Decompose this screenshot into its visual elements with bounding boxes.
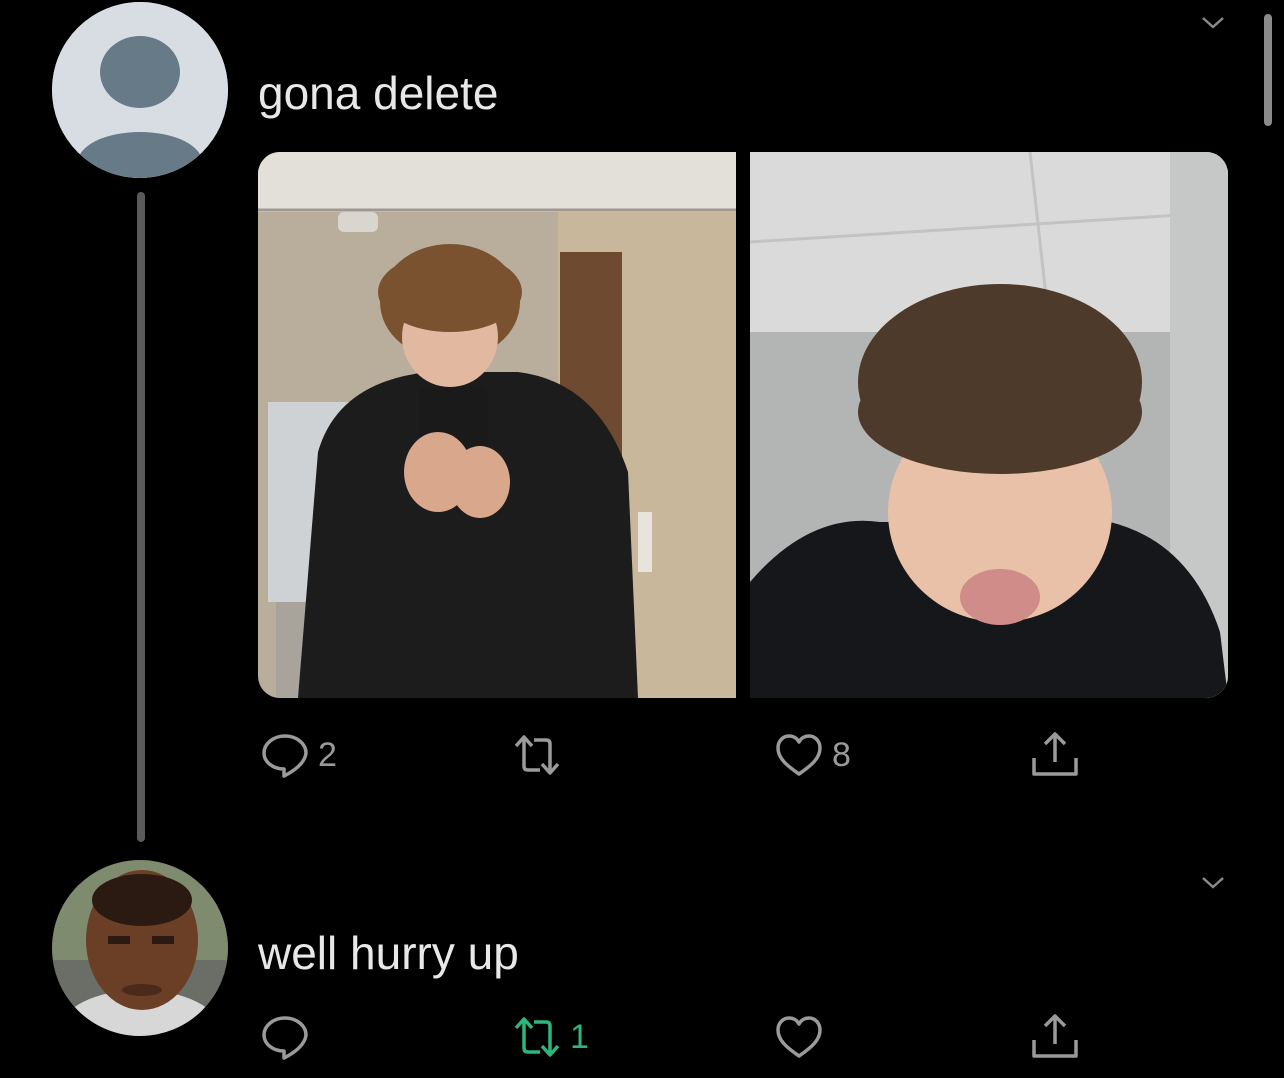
user-photo: [52, 860, 228, 1036]
default-avatar-icon: [52, 2, 228, 178]
retweet-count: 1: [570, 1017, 589, 1056]
media-divider: [736, 152, 750, 698]
reply-button[interactable]: 2: [258, 728, 337, 782]
chevron-down-icon[interactable]: [1200, 870, 1226, 896]
retweet-button[interactable]: 1: [510, 1010, 589, 1064]
retweet-icon: [514, 1017, 560, 1057]
chevron-down-icon[interactable]: [1200, 10, 1226, 36]
avatar[interactable]: [52, 2, 228, 178]
retweet-icon: [514, 735, 560, 775]
share-button[interactable]: [1028, 728, 1082, 782]
tweet-text: gona delete: [258, 67, 499, 119]
retweet-button[interactable]: [510, 728, 570, 782]
heart-icon: [776, 1016, 822, 1058]
reply-count: 2: [318, 735, 337, 774]
avatar[interactable]: [52, 860, 228, 1036]
tweet-media[interactable]: [258, 152, 1228, 698]
share-icon: [1032, 732, 1078, 776]
share-button[interactable]: [1028, 1010, 1082, 1064]
like-count: 8: [832, 735, 851, 774]
tweet: well hurry up 1: [0, 850, 1284, 1078]
tweet-text: well hurry up: [258, 927, 519, 979]
media-photo-2[interactable]: [749, 152, 1228, 698]
like-button[interactable]: [772, 1010, 832, 1064]
like-button[interactable]: 8: [772, 728, 851, 782]
heart-icon: [776, 734, 822, 776]
tweet: gona delete 2 8: [0, 0, 1284, 840]
share-icon: [1032, 1014, 1078, 1058]
media-photo-1[interactable]: [258, 152, 736, 698]
reply-icon: [262, 1016, 308, 1060]
reply-icon: [262, 734, 308, 778]
reply-button[interactable]: [258, 1010, 318, 1064]
